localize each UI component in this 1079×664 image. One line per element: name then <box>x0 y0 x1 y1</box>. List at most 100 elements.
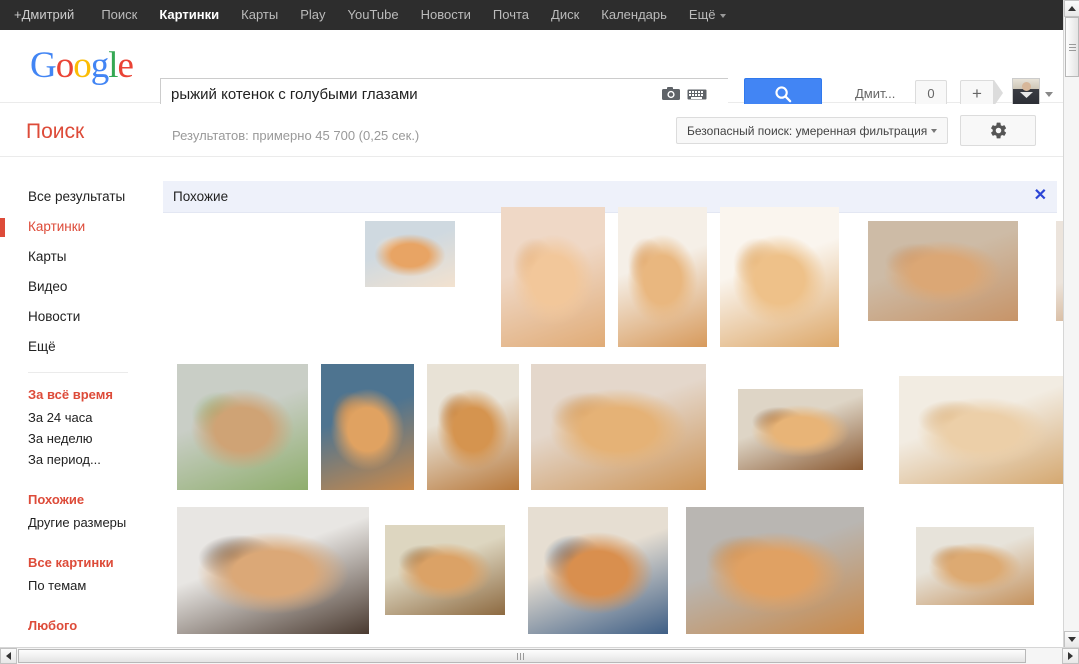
two-ginger-cats-on-rug[interactable] <box>501 207 605 347</box>
horizontal-scrollbar-thumb[interactable] <box>18 649 1026 663</box>
sidebar-filter-head-1[interactable]: Похожие <box>0 488 155 512</box>
topnav-item-3[interactable]: Карты <box>230 0 289 30</box>
sidebar-item-3[interactable]: Видео <box>0 272 155 302</box>
avatar-shirt <box>1020 92 1033 98</box>
share-arrow-shape <box>994 80 1003 106</box>
ginger-kitten-standing[interactable] <box>618 207 707 347</box>
ginger-cat-on-tree-stump[interactable] <box>385 525 505 615</box>
scroll-down-button[interactable] <box>1064 631 1079 648</box>
topnav-item-0[interactable]: +Дмитрий <box>14 0 90 30</box>
sidebar-filter-item-0-1[interactable]: За неделю <box>0 428 155 449</box>
sidebar-filter-group-0: За всё время За 24 часа За неделю За период… <box>0 383 155 470</box>
horizontal-scrollbar[interactable] <box>0 647 1079 664</box>
logo-letter-3: o <box>73 45 91 86</box>
related-images-title: Похожие <box>173 189 229 204</box>
page-title: Поиск <box>26 120 85 143</box>
scrollbar-grip <box>517 653 518 660</box>
vertical-scrollbar-track[interactable] <box>1064 17 1079 631</box>
logo-letter-1: G <box>30 45 57 86</box>
ginger-kitten-on-blue-floor[interactable] <box>365 221 455 287</box>
sidebar-filter-item-0-2[interactable]: За период... <box>0 449 155 470</box>
topnav-item-9[interactable]: Календарь <box>590 0 678 30</box>
scroll-up-button[interactable] <box>1064 0 1079 17</box>
sidebar-item-0[interactable]: Все результаты <box>0 182 155 212</box>
camera-icon[interactable] <box>661 86 681 102</box>
topnav-item-label: Почта <box>492 7 530 22</box>
scrollbar-grip <box>1069 44 1076 45</box>
chevron-down-icon[interactable] <box>1045 92 1053 97</box>
scroll-right-button[interactable] <box>1062 648 1079 664</box>
sidebar-item-5[interactable]: Ещё <box>0 332 155 362</box>
cat-and-dog-sleeping-together[interactable] <box>177 507 369 634</box>
scroll-left-button[interactable] <box>0 648 17 664</box>
ginger-tabby-on-shelf[interactable] <box>738 389 863 470</box>
logo-letter-5: l <box>108 45 118 86</box>
topnav-item-label: Play <box>300 7 326 22</box>
image-grid <box>155 207 1079 642</box>
fluffy-persian-cat-with-plant[interactable] <box>177 364 308 490</box>
ginger-cats-sleeping-in-bed[interactable] <box>899 376 1067 484</box>
topnav-item-5[interactable]: YouTube <box>337 0 410 30</box>
logo-letter-4: g <box>90 45 109 86</box>
account-name[interactable]: Дмит... <box>855 86 895 101</box>
sidebar-filter-item-1-0[interactable]: Другие размеры <box>0 512 155 533</box>
settings-button[interactable] <box>960 115 1036 146</box>
ginger-kitten-looking-up[interactable] <box>427 364 519 490</box>
topnav-item-10[interactable]: Ещё <box>678 0 737 30</box>
arrow-left-icon <box>6 652 11 660</box>
share-button[interactable]: + <box>960 80 994 107</box>
vertical-scrollbar-thumb[interactable] <box>1065 17 1079 77</box>
sidebar-filter-head-0[interactable]: За всё время <box>0 383 155 407</box>
image-grid-row-0 <box>163 207 1079 356</box>
search-icon <box>774 85 791 102</box>
sidebar-filter-group-2: Все картинки По темам <box>0 551 155 596</box>
sidebar-item-4[interactable]: Новости <box>0 302 155 332</box>
arrow-down-icon <box>1068 637 1076 642</box>
keyboard-icon[interactable] <box>687 86 707 102</box>
results-stats: Результатов: примерно 45 700 (0,25 сек.) <box>172 128 420 143</box>
ginger-white-kitten-face[interactable] <box>528 507 668 634</box>
topnav-item-7[interactable]: Почта <box>482 0 540 30</box>
arrow-up-icon <box>1068 6 1076 11</box>
ginger-kitten-on-blanket[interactable] <box>916 527 1034 605</box>
left-sidebar: Все результаты Картинки Карты Видео Новости Е… <box>0 157 155 657</box>
vertical-scrollbar[interactable] <box>1063 0 1079 648</box>
topnav-item-label: +Дмитрий <box>14 7 75 22</box>
topnav-item-label: Карты <box>241 7 279 22</box>
fluffy-ginger-cat-lying[interactable] <box>868 221 1018 321</box>
browser-viewport: +Дмитрий Поиск Картинки Карты Play YouTube Нов… <box>0 0 1079 664</box>
sidebar-item-1[interactable]: Картинки <box>0 212 155 242</box>
close-icon[interactable]: ✕ <box>1034 187 1047 205</box>
topnav-item-1[interactable]: Поиск <box>90 0 148 30</box>
avatar[interactable] <box>1012 78 1040 106</box>
sidebar-item-2[interactable]: Карты <box>0 242 155 272</box>
safesearch-dropdown[interactable]: Безопасный поиск: умеренная фильтрация <box>676 117 949 144</box>
avatar-face <box>1022 82 1031 91</box>
topnav-item-label: Диск <box>551 7 580 22</box>
gear-icon <box>990 122 1006 139</box>
notification-count[interactable]: 0 <box>915 80 947 107</box>
topnav-item-2[interactable]: Картинки <box>148 0 230 30</box>
two-kittens-hugging[interactable] <box>686 507 864 634</box>
logo-letter-2: o <box>55 45 74 86</box>
google-logo[interactable]: Google <box>30 44 134 87</box>
topnav-item-label: YouTube <box>347 7 399 22</box>
sidebar-divider <box>28 372 128 373</box>
topnav-item-4[interactable]: Play <box>289 0 336 30</box>
topnav-item-label: Ещё <box>688 7 716 22</box>
sidebar-filter-item-0-0[interactable]: За 24 часа <box>0 407 155 428</box>
sleeping-ginger-cat-closeup[interactable] <box>531 364 706 490</box>
fluffy-persian-ginger-kitten[interactable] <box>720 207 839 347</box>
related-images-header: Похожие ✕ <box>163 181 1057 213</box>
sidebar-filter-head-2[interactable]: Все картинки <box>0 551 155 575</box>
sidebar-filter-group-1: Похожие Другие размеры <box>0 488 155 533</box>
topnav-item-8[interactable]: Диск <box>540 0 590 30</box>
sidebar-filter-item-2-0[interactable]: По темам <box>0 575 155 596</box>
image-results-panel: Похожие ✕ <box>155 157 1079 647</box>
chevron-down-icon <box>931 128 938 133</box>
topnav-item-6[interactable]: Новости <box>410 0 482 30</box>
ginger-maine-coon-kitten-sitting[interactable] <box>321 364 414 490</box>
